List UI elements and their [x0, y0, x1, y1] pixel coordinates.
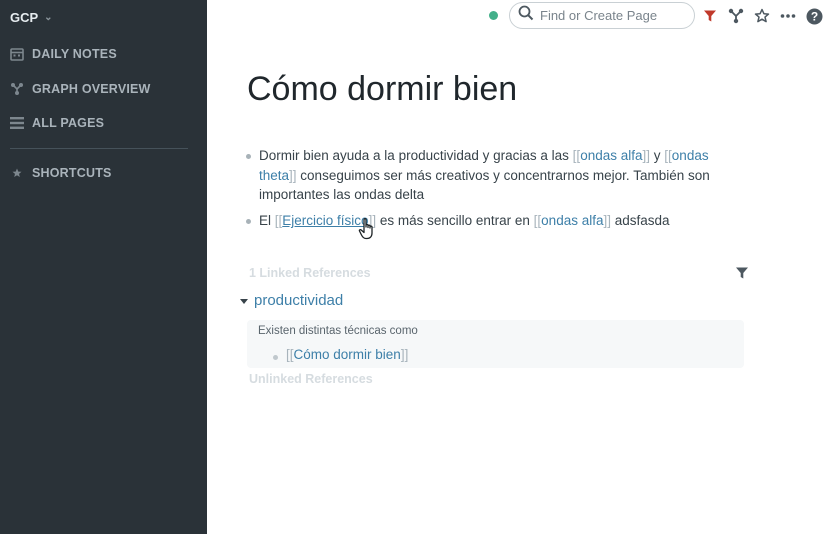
reference-card: Existen distintas técnicas como [[Cómo d… — [247, 320, 744, 368]
sidebar-item-daily-notes[interactable]: DAILY NOTES — [10, 44, 117, 64]
block-text[interactable]: Dormir bien ayuda a la productividad y g… — [259, 146, 739, 205]
block-text-segment: adsfasda — [611, 213, 670, 228]
linked-references-header[interactable]: 1 Linked References — [249, 266, 371, 280]
page-link-ondas-alfa[interactable]: ondas alfa — [541, 213, 603, 228]
block[interactable]: El [[Ejercicio físico]] es más sencillo … — [240, 211, 739, 231]
page-link-ondas-alfa[interactable]: ondas alfa — [580, 148, 642, 163]
reference-breadcrumb[interactable]: Existen distintas técnicas como — [258, 325, 418, 337]
block-bullet[interactable] — [240, 211, 259, 231]
left-sidebar: GCP ⌄ DAILY NOTES GRAPH OVERVIEW ALL PAG… — [0, 0, 207, 534]
page-link-ejercicio-fisico[interactable]: Ejercicio físico — [282, 213, 368, 228]
block-text[interactable]: El [[Ejercicio físico]] es más sencillo … — [259, 211, 739, 231]
block-bullet[interactable] — [267, 347, 286, 362]
block-text-segment: es más sencillo entrar en — [376, 213, 534, 228]
search-input[interactable] — [540, 8, 690, 23]
bracket-close: ]] — [289, 167, 297, 183]
reference-page-link[interactable]: productividad — [254, 292, 343, 309]
star-icon — [10, 166, 24, 180]
block-bullet[interactable] — [240, 146, 259, 205]
graph-icon — [10, 82, 24, 96]
page-title[interactable]: Cómo dormir bien — [247, 70, 517, 109]
star-icon[interactable] — [753, 7, 771, 25]
svg-text:?: ? — [810, 9, 817, 23]
sync-status-indicator — [489, 11, 498, 20]
block-text-segment: y — [650, 148, 665, 163]
help-icon[interactable]: ? — [805, 7, 823, 25]
unlinked-references-header[interactable]: Unlinked References — [249, 372, 373, 386]
chevron-down-icon: ⌄ — [44, 11, 53, 23]
block-text-segment: conseguimos ser más creativos y concentr… — [259, 167, 710, 203]
bracket-close: ]] — [400, 347, 409, 362]
calendar-icon — [10, 47, 24, 61]
search-bar[interactable] — [509, 2, 695, 29]
page-link-como-dormir-bien[interactable]: Cómo dormir bien — [294, 347, 401, 362]
caret-down-icon[interactable] — [240, 298, 248, 304]
shortcuts-label: SHORTCUTS — [32, 166, 112, 180]
search-icon — [518, 5, 534, 26]
sidebar-item-label: ALL PAGES — [32, 116, 105, 130]
sidebar-divider — [10, 148, 188, 149]
graph-switcher[interactable]: GCP ⌄ — [10, 8, 53, 26]
sidebar-item-label: GRAPH OVERVIEW — [32, 82, 151, 96]
block-text-segment: Dormir bien ayuda a la productividad y g… — [259, 148, 573, 163]
filter-icon[interactable] — [735, 266, 749, 280]
bracket-open: [[ — [286, 347, 294, 362]
filter-icon[interactable] — [701, 7, 719, 25]
bracket-close: ]] — [642, 148, 651, 163]
sidebar-item-graph-overview[interactable]: GRAPH OVERVIEW — [10, 79, 151, 99]
list-icon — [10, 116, 24, 130]
bracket-close: ]] — [603, 213, 611, 228]
hand-cursor-icon — [358, 217, 378, 241]
bracket-open: [[ — [664, 148, 672, 163]
sidebar-item-all-pages[interactable]: ALL PAGES — [10, 113, 104, 133]
graph-icon[interactable] — [727, 7, 745, 25]
reference-block[interactable]: [[Cómo dormir bien]] — [267, 347, 408, 362]
sidebar-item-label: DAILY NOTES — [32, 47, 117, 61]
sidebar-shortcuts-header: SHORTCUTS — [10, 163, 112, 183]
reference-group-header[interactable]: productividad — [240, 292, 343, 309]
block[interactable]: Dormir bien ayuda a la productividad y g… — [240, 146, 739, 205]
more-icon[interactable] — [779, 7, 797, 25]
block-text-segment: El — [259, 213, 275, 228]
graph-name: GCP — [10, 9, 39, 25]
